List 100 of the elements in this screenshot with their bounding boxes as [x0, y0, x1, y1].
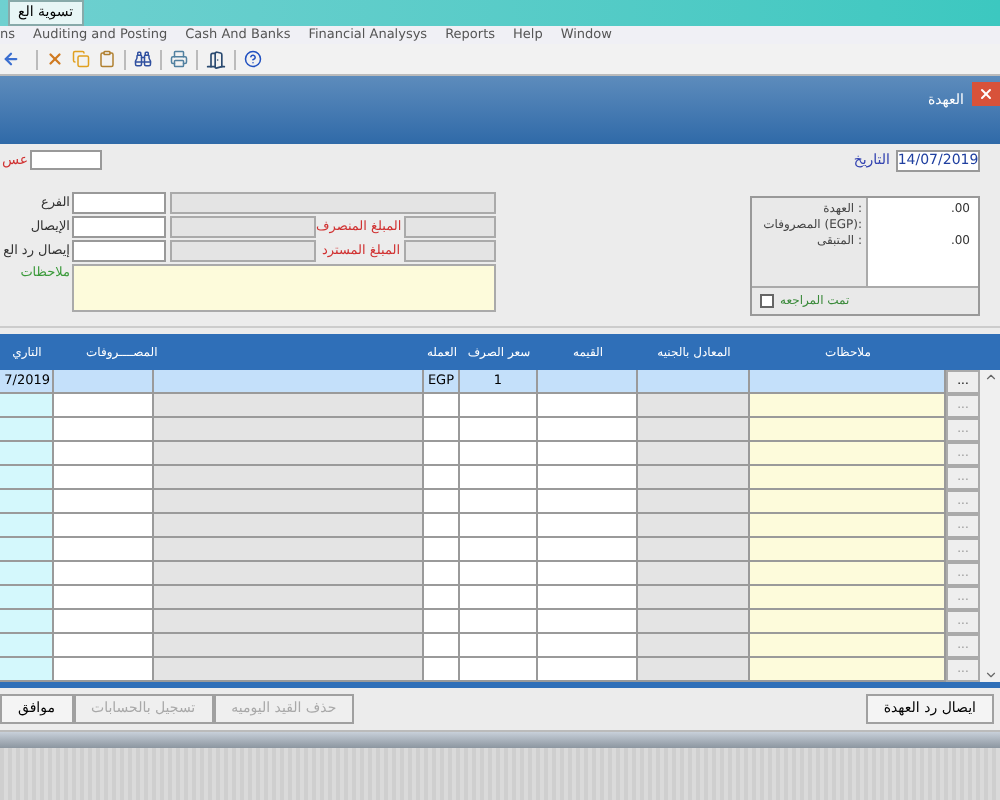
table-cell[interactable]: [424, 394, 460, 418]
notes-field[interactable]: [72, 264, 496, 312]
table-cell[interactable]: [424, 634, 460, 658]
table-cell: [638, 610, 750, 634]
table-cell: [0, 490, 54, 514]
table-cell[interactable]: [424, 538, 460, 562]
table-cell: [0, 610, 54, 634]
table-cell[interactable]: [538, 514, 638, 538]
table-cell: [638, 394, 750, 418]
table-cell[interactable]: [538, 658, 638, 682]
table-cell[interactable]: [460, 394, 538, 418]
table-cell[interactable]: [424, 490, 460, 514]
table-cell: [638, 514, 750, 538]
table-cell[interactable]: [54, 562, 154, 586]
table-cell[interactable]: [538, 490, 638, 514]
table-cell[interactable]: [538, 538, 638, 562]
table-cell[interactable]: [750, 490, 946, 514]
table-cell[interactable]: [460, 490, 538, 514]
table-cell[interactable]: [460, 514, 538, 538]
table-cell: [638, 466, 750, 490]
table-cell: [638, 418, 750, 442]
table-cell: [638, 490, 750, 514]
table-cell[interactable]: [424, 442, 460, 466]
table-cell: [0, 586, 54, 610]
table-cell[interactable]: [538, 610, 638, 634]
table-cell[interactable]: [460, 610, 538, 634]
table-cell[interactable]: [750, 442, 946, 466]
copy-icon[interactable]: [72, 50, 90, 68]
binoculars-icon[interactable]: [134, 50, 152, 68]
table-cell[interactable]: [750, 658, 946, 682]
text-field[interactable]: [72, 216, 166, 238]
back-arrow-icon[interactable]: [2, 50, 20, 68]
branch-field[interactable]: [72, 192, 166, 214]
table-cell[interactable]: [750, 418, 946, 442]
table-cell[interactable]: [424, 562, 460, 586]
table-cell[interactable]: [538, 634, 638, 658]
table-cell[interactable]: [460, 562, 538, 586]
table-cell[interactable]: [54, 490, 154, 514]
table-cell[interactable]: [538, 466, 638, 490]
table-cell[interactable]: [54, 634, 154, 658]
table-cell[interactable]: [538, 394, 638, 418]
table-cell[interactable]: [424, 514, 460, 538]
table-cell[interactable]: [538, 418, 638, 442]
help-icon[interactable]: [244, 50, 262, 68]
checkbox[interactable]: [760, 294, 774, 308]
table-cell[interactable]: [460, 586, 538, 610]
table-cell[interactable]: [54, 658, 154, 682]
printer-icon[interactable]: [170, 50, 188, 68]
table-cell[interactable]: [750, 466, 946, 490]
table-cell[interactable]: [460, 466, 538, 490]
table-cell: [0, 442, 54, 466]
table-cell[interactable]: [54, 514, 154, 538]
door-icon[interactable]: [206, 49, 226, 69]
table-cell: [638, 634, 750, 658]
table-cell: [0, 514, 54, 538]
table-cell: [638, 538, 750, 562]
table-cell[interactable]: [424, 586, 460, 610]
table-cell[interactable]: [54, 586, 154, 610]
scroll-up-icon[interactable]: [983, 370, 997, 384]
table-cell[interactable]: [538, 442, 638, 466]
table-cell: [638, 442, 750, 466]
paste-icon[interactable]: [98, 50, 116, 68]
cut-icon[interactable]: [46, 50, 64, 68]
table-cell: [0, 634, 54, 658]
table-cell[interactable]: [54, 418, 154, 442]
table-cell[interactable]: [750, 586, 946, 610]
table-cell[interactable]: [460, 442, 538, 466]
table-cell[interactable]: [424, 466, 460, 490]
close-icon: [978, 86, 994, 102]
table-cell[interactable]: [460, 418, 538, 442]
table-cell[interactable]: [460, 658, 538, 682]
table-cell[interactable]: [538, 562, 638, 586]
table-cell[interactable]: [750, 538, 946, 562]
table-cell[interactable]: [750, 394, 946, 418]
table-cell[interactable]: [54, 538, 154, 562]
table-cell[interactable]: [750, 634, 946, 658]
table-cell: [0, 538, 54, 562]
table-cell[interactable]: [424, 658, 460, 682]
table-cell[interactable]: [54, 394, 154, 418]
table-cell[interactable]: [424, 610, 460, 634]
table-cell[interactable]: [54, 442, 154, 466]
table-cell[interactable]: [424, 418, 460, 442]
table-cell: [638, 658, 750, 682]
scrollbar[interactable]: [980, 370, 1000, 682]
table-cell[interactable]: [460, 634, 538, 658]
table-cell: [0, 394, 54, 418]
table-cell[interactable]: [750, 514, 946, 538]
table-cell[interactable]: [750, 562, 946, 586]
table-cell[interactable]: [54, 466, 154, 490]
table-cell: [0, 418, 54, 442]
text-field[interactable]: [30, 150, 103, 170]
text-field[interactable]: [72, 240, 166, 262]
amount-field: [404, 240, 496, 262]
scroll-down-icon[interactable]: [983, 668, 997, 682]
table-cell[interactable]: [750, 610, 946, 634]
close-button[interactable]: [972, 82, 1000, 106]
table-cell[interactable]: [538, 586, 638, 610]
table-cell[interactable]: [54, 610, 154, 634]
table-cell[interactable]: [460, 538, 538, 562]
table-cell: [0, 562, 54, 586]
